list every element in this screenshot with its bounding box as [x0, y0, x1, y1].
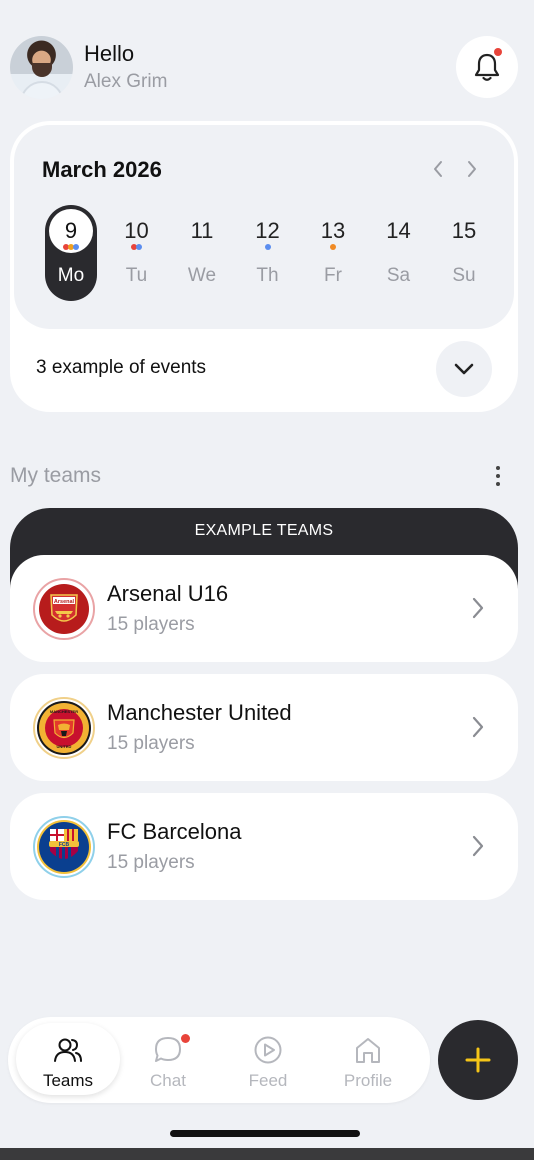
- calendar-day[interactable]: 14 Sa: [373, 205, 425, 301]
- header: Hello Alex Grim: [10, 36, 518, 100]
- calendar-day[interactable]: 13 Fr: [307, 205, 359, 301]
- team-card[interactable]: Arsenal Arsenal U16 15 players: [10, 555, 518, 662]
- expand-events-button[interactable]: [436, 341, 492, 397]
- play-icon: [254, 1036, 282, 1064]
- bottom-strip: [0, 1148, 534, 1160]
- next-week-button[interactable]: [462, 159, 482, 179]
- day-number: 12: [255, 218, 280, 243]
- users-icon: [54, 1038, 82, 1062]
- day-label: Th: [256, 265, 279, 286]
- calendar-day[interactable]: 12 Th: [242, 205, 294, 301]
- team-card[interactable]: FCB FC Barcelona 15 players: [10, 793, 518, 900]
- dot: [496, 482, 500, 486]
- chevron-right-icon: [472, 835, 484, 857]
- event-dots: [111, 244, 163, 250]
- nav-tab-teams[interactable]: Teams: [16, 1023, 120, 1095]
- chevron-right-icon: [468, 161, 476, 177]
- dot: [496, 474, 500, 478]
- avatar[interactable]: [10, 36, 73, 99]
- calendar-day[interactable]: 11 We: [176, 205, 228, 301]
- notifications-button[interactable]: [456, 36, 518, 98]
- day-number: 9: [64, 218, 78, 243]
- nav-tab-chat[interactable]: Chat: [116, 1023, 220, 1095]
- man-utd-crest-icon: MANCHESTER UNITED: [37, 701, 91, 755]
- chat-badge: [181, 1034, 190, 1043]
- nav-label: Profile: [343, 1071, 393, 1090]
- day-label: Tu: [125, 265, 148, 286]
- calendar-day[interactable]: 15 Su: [438, 205, 490, 301]
- avatar-shirt: [20, 81, 64, 99]
- event-dot: [264, 244, 271, 250]
- event-dot: [73, 244, 79, 250]
- team-player-count: 15 players: [107, 733, 195, 754]
- nav-label: Feed: [248, 1071, 288, 1090]
- team-card[interactable]: MANCHESTER UNITED Manchester United 15 p…: [10, 674, 518, 781]
- day-number: 15: [451, 218, 477, 243]
- team-player-count: 15 players: [107, 614, 195, 635]
- team-crest: FCB: [33, 816, 95, 878]
- svg-text:UNITED: UNITED: [57, 744, 72, 749]
- chevron-left-icon: [434, 161, 442, 177]
- more-options-button[interactable]: [488, 462, 508, 490]
- day-label: Fr: [324, 265, 342, 286]
- day-number: 10: [124, 218, 149, 243]
- calendar-week: March 2026 9 Mo 10 Tu 11 We 12 Th 13 Fr 14 Sa 15 Su: [14, 125, 514, 329]
- section-title: My teams: [10, 464, 102, 487]
- arsenal-crest-icon: Arsenal: [37, 582, 91, 636]
- nav-label: Chat: [150, 1071, 186, 1090]
- day-label: Sa: [386, 265, 411, 286]
- team-name: FC Barcelona: [107, 819, 242, 844]
- day-number: 13: [320, 218, 346, 243]
- day-number: 11: [190, 218, 214, 243]
- calendar-day-selected[interactable]: 9 Mo: [45, 205, 97, 301]
- group-label: EXAMPLE TEAMS: [194, 522, 334, 539]
- day-label: Su: [452, 265, 476, 286]
- team-crest: MANCHESTER UNITED: [33, 697, 95, 759]
- barcelona-crest-icon: FCB: [37, 820, 91, 874]
- home-icon: [356, 1038, 380, 1063]
- nav-tab-profile[interactable]: Profile: [316, 1023, 420, 1095]
- add-button[interactable]: [438, 1020, 518, 1100]
- event-dots: [242, 244, 294, 250]
- team-player-count: 15 players: [107, 852, 195, 873]
- day-strip: 9 Mo 10 Tu 11 We 12 Th 13 Fr 14 Sa 15 Su: [41, 205, 501, 305]
- event-dots: [307, 244, 359, 250]
- dot: [496, 466, 500, 470]
- plus-icon: [465, 1047, 491, 1073]
- home-indicator: [170, 1130, 360, 1137]
- month-label: March 2026: [42, 157, 162, 182]
- team-crest: Arsenal: [33, 578, 95, 640]
- nav-label: Teams: [42, 1071, 94, 1090]
- calendar-card: March 2026 9 Mo 10 Tu 11 We 12 Th 13 Fr 14 Sa 15 Su 3…: [10, 121, 518, 412]
- events-summary: 3 example of events: [36, 357, 207, 378]
- team-open-button[interactable]: [468, 715, 488, 739]
- event-dot: [330, 244, 336, 250]
- chevron-down-icon: [454, 363, 474, 375]
- greeting-text: Hello: [84, 41, 135, 66]
- svg-text:Arsenal: Arsenal: [54, 599, 75, 605]
- bottom-nav: Teams Chat Feed Profile: [8, 1017, 430, 1103]
- day-label: We: [187, 265, 217, 286]
- team-name: Arsenal U16: [107, 581, 229, 606]
- previous-week-button[interactable]: [428, 159, 448, 179]
- calendar-day[interactable]: 10 Tu: [111, 205, 163, 301]
- day-label: Mo: [57, 265, 85, 286]
- day-number: 14: [386, 218, 411, 243]
- team-name: Manchester United: [107, 700, 292, 725]
- avatar-beard: [32, 63, 52, 77]
- chat-icon: [155, 1037, 181, 1062]
- user-name: Alex Grim: [84, 71, 168, 92]
- chevron-right-icon: [472, 716, 484, 738]
- notification-badge: [494, 48, 502, 56]
- team-open-button[interactable]: [468, 596, 488, 620]
- team-open-button[interactable]: [468, 834, 488, 858]
- event-dot: [136, 244, 142, 250]
- svg-text:MANCHESTER: MANCHESTER: [50, 709, 78, 714]
- event-dots: [45, 244, 97, 250]
- chevron-right-icon: [472, 597, 484, 619]
- nav-tab-feed[interactable]: Feed: [216, 1023, 320, 1095]
